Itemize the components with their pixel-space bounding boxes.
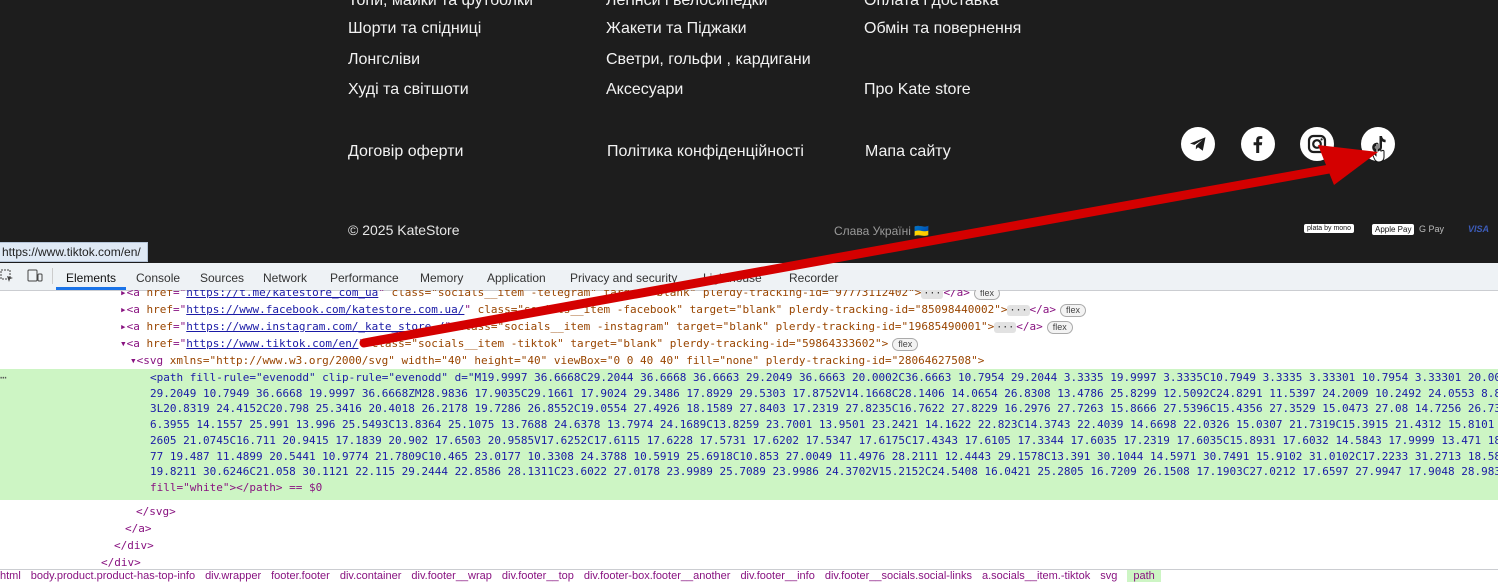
- tab-memory[interactable]: Memory: [420, 271, 463, 285]
- breadcrumb-item[interactable]: div.footer__info: [740, 570, 824, 582]
- path-line: 77 19.487 11.4899 20.5441 10.9774 21.780…: [150, 449, 1498, 463]
- tab-performance[interactable]: Performance: [330, 271, 399, 285]
- footer-link[interactable]: Лонгсліви: [348, 51, 420, 69]
- footer-link[interactable]: Про Kate store: [864, 81, 971, 99]
- devtools-tabbar: Elements Console Sources Network Perform…: [0, 263, 1498, 291]
- dom-close-a[interactable]: </a>: [125, 520, 152, 537]
- footer-link[interactable]: Обмін та повернення: [864, 20, 1021, 38]
- path-line: fill="white"></path> == $0: [150, 480, 323, 494]
- tab-privacy-security[interactable]: Privacy and security: [570, 271, 677, 285]
- path-line: <path fill-rule="evenodd" clip-rule="eve…: [150, 371, 1498, 384]
- apple-pay-logo: Apple Pay: [1372, 224, 1415, 235]
- tab-lighthouse[interactable]: Lighthouse: [703, 271, 762, 285]
- path-line: 19.8211 30.6246C21.058 30.1121 22.115 29…: [150, 465, 1498, 479]
- dom-line-instagram[interactable]: ▸<a href="https://www.instagram.com/_kat…: [120, 318, 1073, 335]
- footer-link[interactable]: Оплата і доставка: [864, 0, 999, 10]
- breadcrumb-item[interactable]: a.socials__item.-tiktok: [982, 570, 1100, 582]
- offer-agreement-link[interactable]: Договір оферти: [348, 143, 463, 161]
- breadcrumb-item[interactable]: svg: [1100, 570, 1127, 582]
- device-toolbar-icon[interactable]: [27, 269, 43, 286]
- tab-recorder[interactable]: Recorder: [789, 271, 838, 285]
- breadcrumb-item[interactable]: div.footer-box.footer__another: [584, 570, 741, 582]
- breadcrumb-item-current[interactable]: path: [1127, 570, 1161, 582]
- breadcrumb-item[interactable]: footer.footer: [271, 570, 340, 582]
- footer-link[interactable]: Жакети та Піджаки: [606, 20, 747, 38]
- path-line: 29.2049 10.7949 36.6668 19.9997 36.6668Z…: [150, 386, 1498, 400]
- breadcrumb-item[interactable]: div.footer__socials.social-links: [825, 570, 982, 582]
- glory-text: Слава Україні 🇺🇦: [834, 224, 930, 238]
- selected-dom-node[interactable]: ⋯ <path fill-rule="evenodd" clip-rule="e…: [0, 369, 1498, 500]
- tab-application[interactable]: Application: [487, 271, 546, 285]
- footer-link[interactable]: Аксесуари: [606, 81, 683, 99]
- dom-close-div[interactable]: </div>: [114, 537, 154, 554]
- inspect-element-icon[interactable]: [0, 269, 14, 286]
- dom-breadcrumb: html body.product.product-has-top-info div…: [0, 569, 1498, 584]
- footer-link[interactable]: Худі та світшоти: [348, 81, 469, 99]
- breadcrumb-item[interactable]: div.footer__top: [502, 570, 584, 582]
- facebook-icon[interactable]: [1241, 127, 1275, 161]
- dom-line-tiktok[interactable]: ▾<a href="https://www.tiktok.com/en/" cl…: [120, 335, 919, 352]
- breadcrumb-item[interactable]: div.container: [340, 570, 412, 582]
- site-footer: Топи, майки та футболки Шорти та спідниц…: [0, 0, 1498, 263]
- hand-cursor-icon: [1372, 142, 1386, 169]
- privacy-policy-link[interactable]: Політика конфіденційності: [607, 143, 804, 161]
- tab-network[interactable]: Network: [263, 271, 307, 285]
- breadcrumb-item[interactable]: div.wrapper: [205, 570, 271, 582]
- tab-elements[interactable]: Elements: [66, 271, 116, 285]
- devtools-panel: Elements Console Sources Network Perform…: [0, 263, 1498, 583]
- footer-link[interactable]: Топи, майки та футболки: [348, 0, 533, 10]
- link-status-url: https://www.tiktok.com/en/: [0, 242, 148, 262]
- tab-sources[interactable]: Sources: [200, 271, 244, 285]
- footer-link[interactable]: Легінси і велосипедки: [606, 0, 768, 10]
- breadcrumb-item[interactable]: div.footer__wrap: [411, 570, 502, 582]
- breadcrumb-item[interactable]: html: [0, 570, 31, 582]
- path-line: 3L20.8319 24.4152C20.798 25.3416 20.4018…: [150, 402, 1498, 416]
- dom-line-telegram[interactable]: ▸<a href="https://t.me/katestore_com_ua"…: [120, 290, 1000, 301]
- copyright-text: © 2025 KateStore: [348, 222, 460, 238]
- instagram-icon[interactable]: [1300, 127, 1334, 161]
- footer-link[interactable]: Шорти та спідниці: [348, 20, 481, 38]
- dom-line-svg[interactable]: ▾<svg xmlns="http://www.w3.org/2000/svg"…: [130, 352, 984, 369]
- path-line: 6.3955 14.1557 25.991 13.996 25.5493C13.…: [150, 418, 1498, 432]
- dom-close-svg[interactable]: </svg>: [136, 503, 176, 520]
- plata-by-mono-logo: plata by mono: [1304, 224, 1354, 233]
- breadcrumb-item[interactable]: body.product.product-has-top-info: [31, 570, 205, 582]
- sitemap-link[interactable]: Мапа сайту: [865, 143, 951, 161]
- footer-link[interactable]: Светри, гольфи , кардигани: [606, 51, 811, 69]
- telegram-icon[interactable]: [1181, 127, 1215, 161]
- tab-console[interactable]: Console: [136, 271, 180, 285]
- visa-logo: VISA: [1468, 224, 1490, 234]
- google-pay-logo: G Pay: [1419, 224, 1445, 234]
- dom-line-facebook[interactable]: ▸<a href="https://www.facebook.com/kates…: [120, 301, 1087, 318]
- dom-close-div[interactable]: </div>: [101, 554, 141, 570]
- path-line: 2605 21.0745C16.711 20.9415 17.1839 20.9…: [150, 433, 1498, 447]
- selection-marker: ⋯: [0, 371, 7, 384]
- dom-tree: ▸<a href="https://t.me/katestore_com_ua"…: [0, 290, 1498, 570]
- tab-divider: [52, 268, 53, 284]
